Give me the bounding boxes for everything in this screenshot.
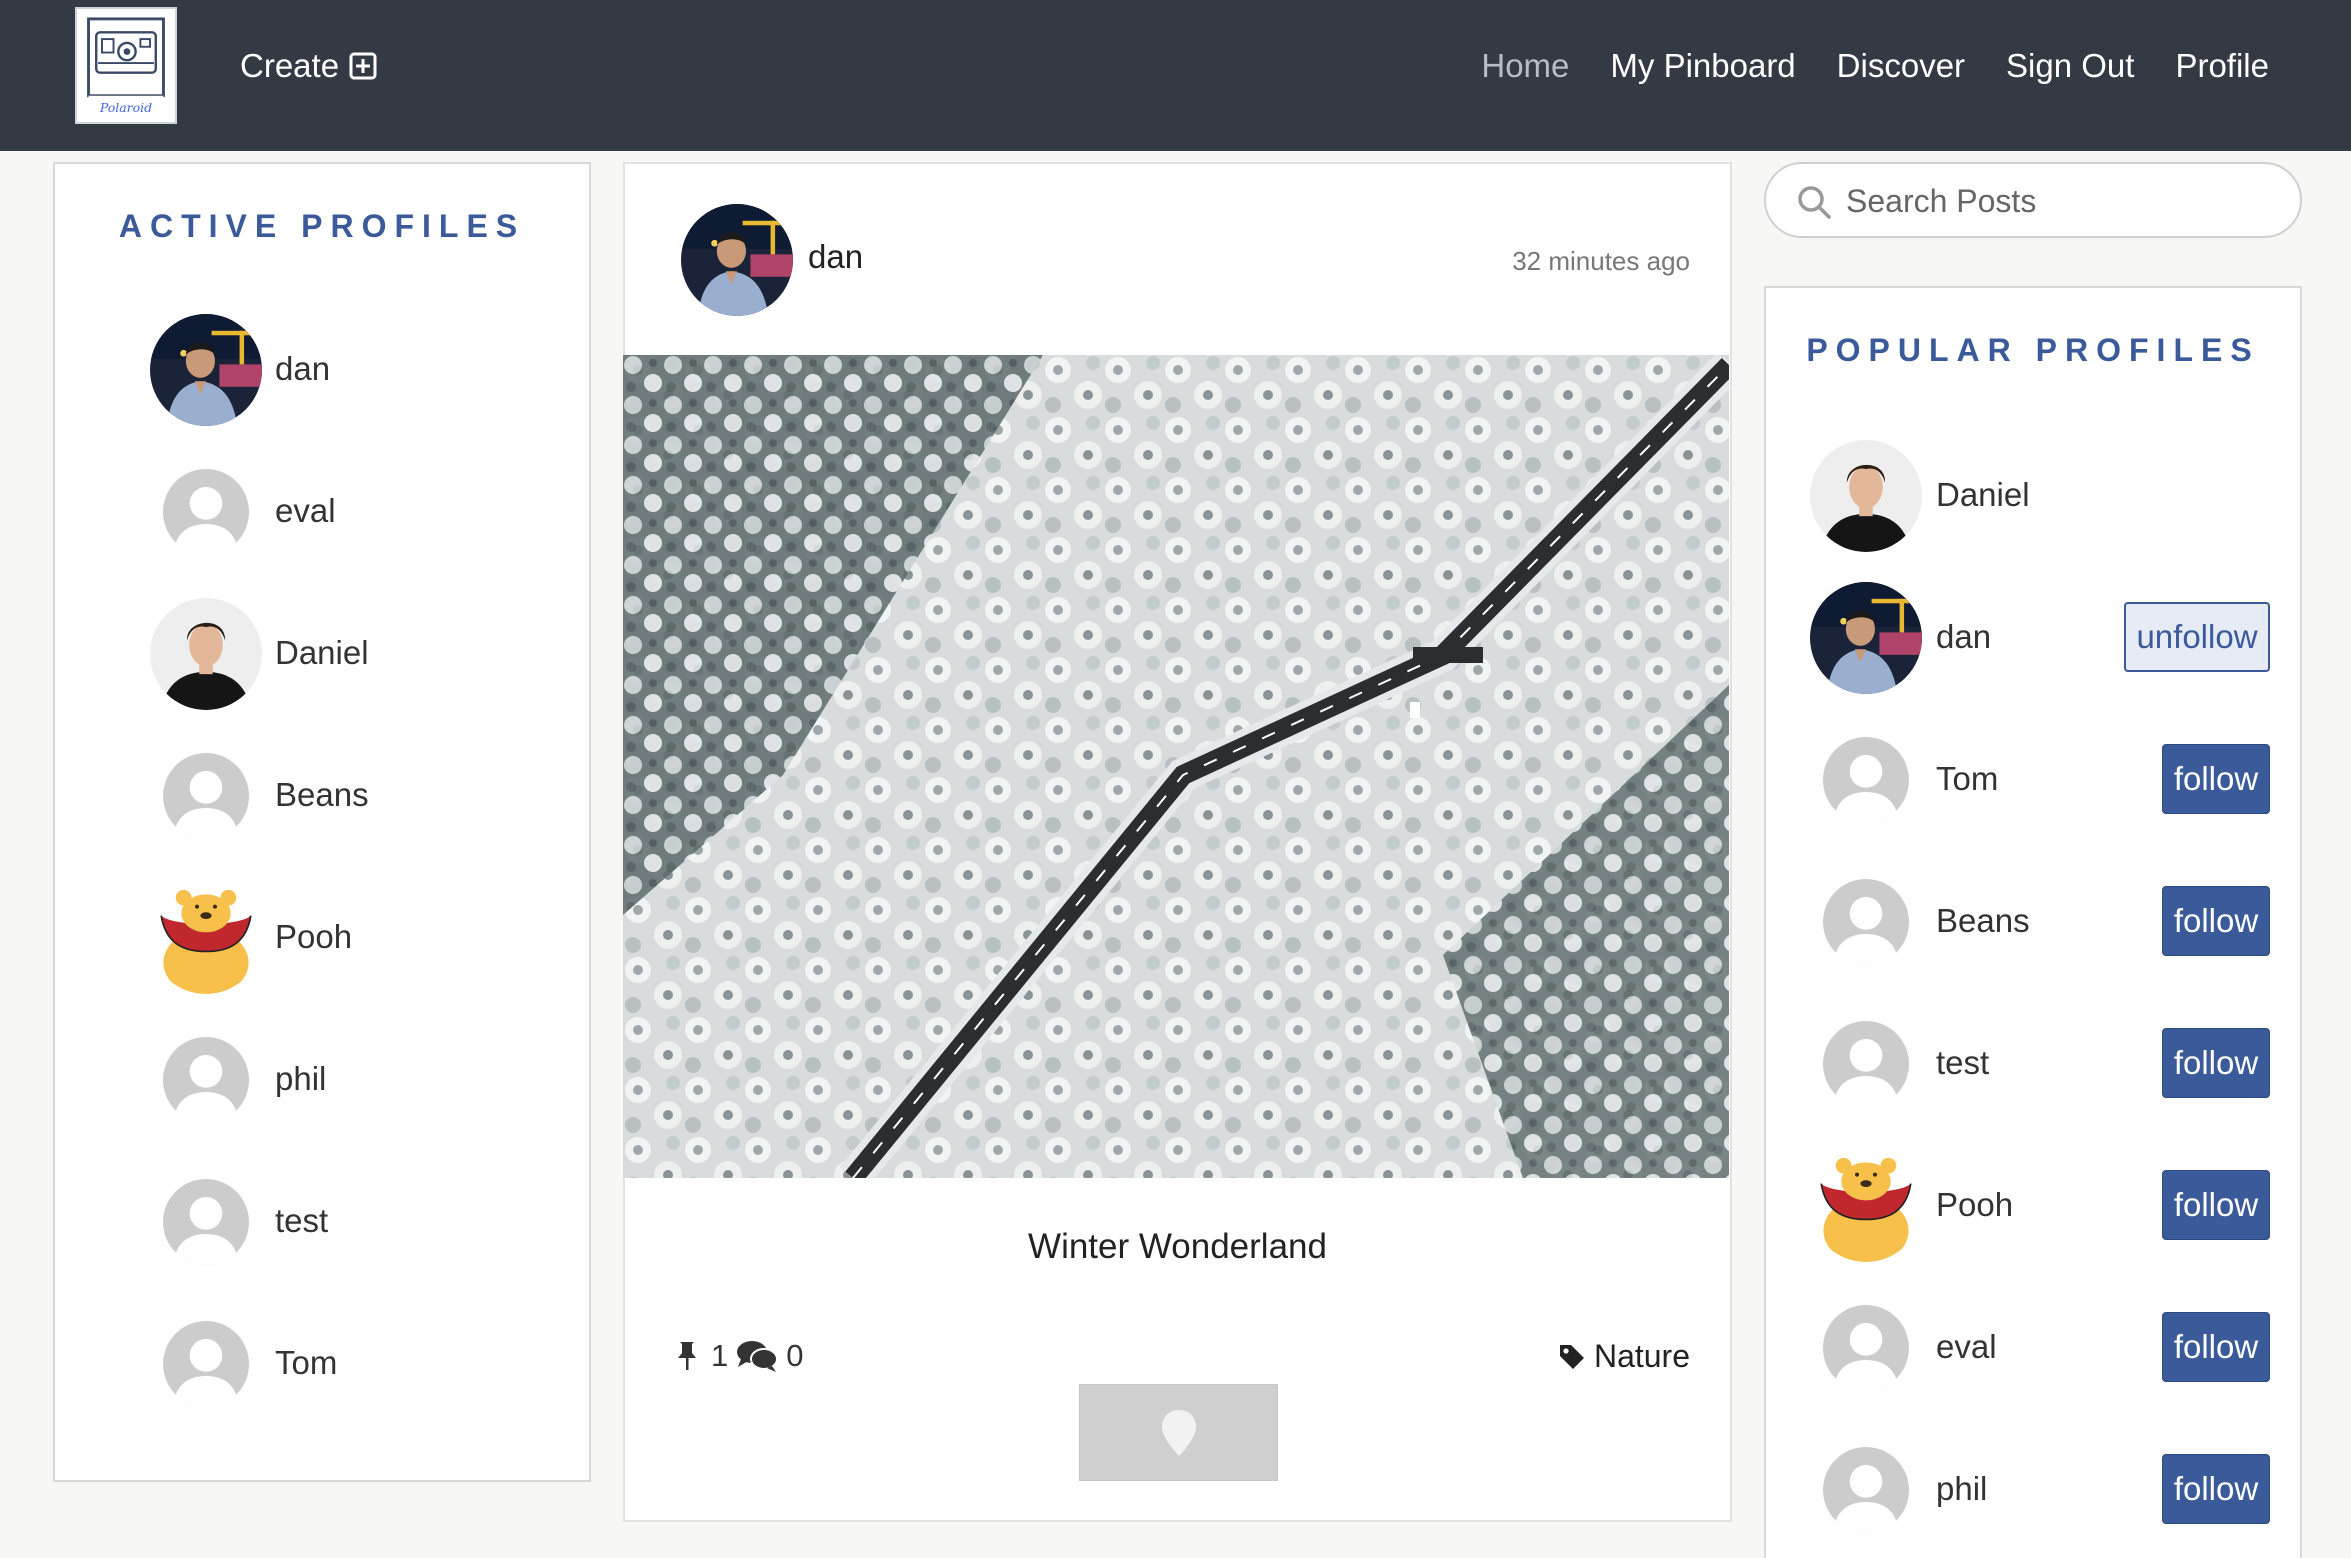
avatar[interactable] [163,469,249,555]
avatar[interactable] [163,1179,249,1265]
nav-profile[interactable]: Profile [2175,47,2269,85]
comment-count: 0 [786,1338,804,1373]
nav-home[interactable]: Home [1481,47,1569,85]
post-image[interactable] [623,355,1729,1178]
tag-label: Nature [1593,1338,1690,1374]
post-tag[interactable]: Nature [1558,1338,1690,1375]
tag-icon [1559,1344,1584,1369]
avatar[interactable] [150,882,262,994]
map-marker-icon [1161,1409,1196,1456]
active-profile-item[interactable]: test [55,1166,589,1286]
post-timestamp: 32 minutes ago [1512,246,1690,276]
popular-profile-item[interactable]: eval follow [1766,1292,2300,1412]
pin-button[interactable] [1079,1384,1278,1481]
profile-name[interactable]: test [275,1202,328,1240]
avatar[interactable] [150,598,262,710]
unfollow-button[interactable]: unfollow [2124,602,2270,672]
profile-name[interactable]: Daniel [1936,476,2030,514]
nav-links: Home My Pinboard Discover Sign Out Profi… [1481,44,2269,88]
profile-name[interactable]: eval [275,492,336,530]
create-label: Create [240,47,340,84]
popular-profiles-panel: POPULAR PROFILES Daniel dan unfollow Tom… [1764,286,2302,1558]
popular-profile-item[interactable]: Beans follow [1766,866,2300,986]
profile-name[interactable]: Tom [275,1344,337,1382]
profile-name[interactable]: dan [275,350,330,388]
active-profile-item[interactable]: Beans [55,740,589,860]
active-profile-item[interactable]: Tom [55,1308,589,1428]
popular-profiles-title: POPULAR PROFILES [1806,332,2260,368]
nav-discover[interactable]: Discover [1837,47,1965,85]
post-stats: 1 0 [671,1338,804,1374]
post-author[interactable]: dan [808,238,863,276]
avatar[interactable] [1823,1021,1909,1107]
avatar[interactable] [163,1321,249,1407]
active-profile-item[interactable]: Pooh [55,882,589,1002]
avatar[interactable] [1823,737,1909,823]
search-icon [1798,186,1831,219]
follow-button[interactable]: follow [2162,886,2270,956]
pin-count: 1 [711,1338,729,1373]
follow-button[interactable]: follow [2162,1454,2270,1524]
profile-name[interactable]: Pooh [1936,1186,2013,1224]
active-profile-item[interactable]: Daniel [55,598,589,718]
avatar[interactable] [163,1037,249,1123]
avatar[interactable] [1823,1305,1909,1391]
profile-name[interactable]: phil [275,1060,326,1098]
follow-button[interactable]: follow [2162,1170,2270,1240]
follow-button[interactable]: follow [2162,744,2270,814]
avatar[interactable] [1810,440,1922,552]
nav-sign-out[interactable]: Sign Out [2006,47,2134,85]
profile-name[interactable]: phil [1936,1470,1987,1508]
profile-name[interactable]: Beans [275,776,369,814]
post-author-avatar[interactable] [681,204,793,316]
search-input[interactable] [1846,174,2276,228]
avatar[interactable] [1823,1447,1909,1533]
profile-name[interactable]: eval [1936,1328,1997,1366]
nav-my-pinboard[interactable]: My Pinboard [1610,47,1795,85]
avatar[interactable] [1810,1150,1922,1262]
logo-text: Polaroid [99,100,152,115]
popular-profile-item[interactable]: Tom follow [1766,724,2300,844]
active-profiles-panel: ACTIVE PROFILES dan eval Daniel Beans Po… [53,162,591,1482]
active-profile-item[interactable]: dan [55,314,589,434]
profile-name[interactable]: Pooh [275,918,352,956]
avatar[interactable] [150,314,262,426]
popular-profile-item[interactable]: Pooh follow [1766,1150,2300,1270]
search-bar [1764,162,2302,238]
avatar[interactable] [163,753,249,839]
follow-button[interactable]: follow [2162,1028,2270,1098]
create-button[interactable]: Create [240,44,377,88]
popular-profile-item[interactable]: dan unfollow [1766,582,2300,702]
post-card: dan 32 minutes ago Winter Wonderland 1 0… [623,162,1732,1522]
popular-profile-item[interactable]: test follow [1766,1008,2300,1128]
profile-name[interactable]: Tom [1936,760,1998,798]
active-profile-item[interactable]: phil [55,1024,589,1144]
profile-name[interactable]: dan [1936,618,1991,656]
popular-profile-item[interactable]: phil follow [1766,1434,2300,1554]
active-profile-item[interactable]: eval [55,456,589,576]
profile-name[interactable]: Daniel [275,634,369,672]
profile-name[interactable]: test [1936,1044,1989,1082]
post-title: Winter Wonderland [1028,1227,1327,1266]
avatar[interactable] [1810,582,1922,694]
active-profiles-title: ACTIVE PROFILES [118,208,526,244]
follow-button[interactable]: follow [2162,1312,2270,1382]
avatar[interactable] [1823,879,1909,965]
pushpin-icon[interactable] [671,1339,703,1373]
comments-icon[interactable] [736,1339,779,1373]
polaroid-logo[interactable]: Polaroid [75,7,177,124]
plus-square-icon [349,52,377,80]
popular-profile-item[interactable]: Daniel [1766,440,2300,560]
profile-name[interactable]: Beans [1936,902,2030,940]
navbar: Polaroid Create Home My Pinboard Discove… [0,0,2351,151]
